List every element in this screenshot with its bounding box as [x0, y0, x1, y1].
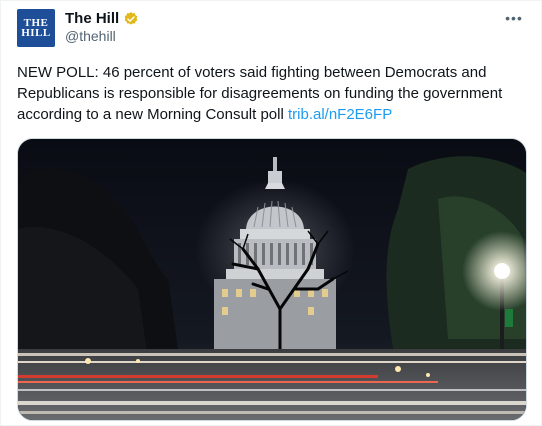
author-handle[interactable]: @thehill: [65, 28, 116, 44]
tweet-media-image[interactable]: [17, 138, 527, 421]
tweet-card[interactable]: THE HILL The Hill @thehill ••• NEW POLL:…: [0, 0, 542, 426]
verified-badge-icon: [123, 11, 139, 27]
tweet-body: NEW POLL: 46 percent of voters said figh…: [17, 64, 503, 123]
ellipsis-icon: •••: [505, 10, 523, 26]
avatar-text-line2: HILL: [21, 27, 51, 39]
author-name-row[interactable]: The Hill: [65, 10, 139, 28]
author-display-name[interactable]: The Hill: [65, 10, 119, 28]
tweet-text: NEW POLL: 46 percent of voters said figh…: [17, 62, 527, 125]
tweet-link[interactable]: trib.al/nF2E6FP: [288, 106, 392, 123]
more-options-button[interactable]: •••: [503, 7, 525, 29]
account-avatar[interactable]: THE HILL: [17, 9, 55, 47]
capitol-building-photo: [18, 139, 526, 420]
